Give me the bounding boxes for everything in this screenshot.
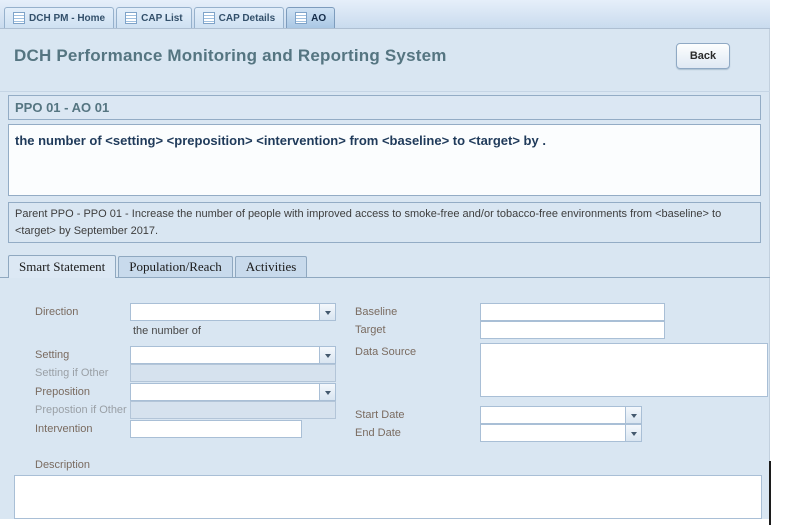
doc-tab-label: DCH PM - Home	[29, 13, 105, 24]
data-source-input[interactable]	[480, 343, 768, 397]
form-icon	[13, 12, 25, 24]
end-date-label: End Date	[355, 427, 401, 439]
doc-tab-cap-details[interactable]: CAP Details	[194, 7, 285, 28]
document-tab-bar: DCH PM - Home CAP List CAP Details AO	[0, 0, 770, 29]
header-divider	[0, 91, 770, 92]
target-label: Target	[355, 324, 386, 336]
parent-statement-text: Parent PPO - PPO 01 - Increase the numbe…	[15, 208, 721, 237]
tab-population-reach[interactable]: Population/Reach	[118, 256, 232, 277]
description-label: Description	[35, 459, 90, 471]
form-icon	[295, 12, 307, 24]
tab-smart-statement[interactable]: Smart Statement	[8, 255, 116, 278]
doc-tab-dch-pm-home[interactable]: DCH PM - Home	[4, 7, 114, 28]
record-title: PPO 01 - AO 01	[15, 100, 109, 115]
dropdown-arrow-icon[interactable]	[319, 304, 335, 320]
window-edge-line	[769, 461, 771, 525]
parent-statement-box: Parent PPO - PPO 01 - Increase the numbe…	[8, 202, 761, 243]
smart-statement-text: the number of <setting> <preposition> <i…	[15, 133, 546, 148]
doc-tab-label: CAP Details	[219, 13, 276, 24]
setting-value	[131, 347, 319, 363]
intervention-label: Intervention	[35, 423, 92, 435]
direction-label: Direction	[35, 306, 78, 318]
setting-combobox[interactable]	[130, 346, 336, 364]
dropdown-arrow-icon[interactable]	[625, 407, 641, 423]
back-button[interactable]: Back	[676, 43, 730, 69]
doc-tab-cap-list[interactable]: CAP List	[116, 7, 192, 28]
form-icon	[203, 12, 215, 24]
start-date-label: Start Date	[355, 409, 405, 421]
baseline-label: Baseline	[355, 306, 397, 318]
setting-if-other-label: Setting if Other	[35, 367, 108, 379]
direction-value	[131, 304, 319, 320]
dropdown-arrow-icon[interactable]	[625, 425, 641, 441]
tab-strip: Smart Statement Population/Reach Activit…	[8, 255, 309, 278]
intervention-input[interactable]	[130, 420, 302, 438]
data-source-label: Data Source	[355, 346, 416, 358]
form-header: DCH Performance Monitoring and Reporting…	[0, 29, 770, 91]
setting-if-other-input	[130, 364, 336, 382]
end-date-value	[481, 425, 625, 441]
doc-tab-label: AO	[311, 13, 326, 24]
direction-caption: the number of	[133, 325, 201, 337]
doc-tab-ao[interactable]: AO	[286, 7, 335, 28]
access-window: DCH PM - Home CAP List CAP Details AO DC…	[0, 0, 794, 525]
preposition-combobox[interactable]	[130, 383, 336, 401]
tab-activities[interactable]: Activities	[235, 256, 308, 277]
preposition-if-other-label: Prepostion if Other	[35, 404, 127, 416]
smart-statement-box: the number of <setting> <preposition> <i…	[8, 124, 761, 196]
preposition-value	[131, 384, 319, 400]
end-date-combobox[interactable]	[480, 424, 642, 442]
target-input[interactable]	[480, 321, 665, 339]
page-title: DCH Performance Monitoring and Reporting…	[14, 46, 447, 66]
doc-tab-label: CAP List	[141, 13, 183, 24]
form-icon	[125, 12, 137, 24]
setting-label: Setting	[35, 349, 69, 361]
start-date-value	[481, 407, 625, 423]
dropdown-arrow-icon[interactable]	[319, 384, 335, 400]
direction-combobox[interactable]	[130, 303, 336, 321]
description-input[interactable]	[14, 475, 762, 519]
preposition-label: Preposition	[35, 386, 90, 398]
start-date-combobox[interactable]	[480, 406, 642, 424]
baseline-input[interactable]	[480, 303, 665, 321]
dropdown-arrow-icon[interactable]	[319, 347, 335, 363]
preposition-if-other-input	[130, 401, 336, 419]
record-title-box: PPO 01 - AO 01	[8, 95, 761, 120]
